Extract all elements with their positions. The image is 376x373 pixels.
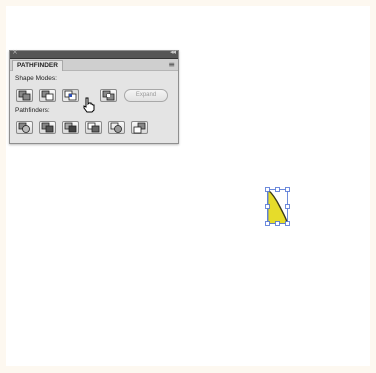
hand-pointer-icon [83,97,95,113]
trim-button[interactable] [39,121,56,134]
divide-button[interactable] [16,121,33,134]
shape-modes-label: Shape Modes: [15,75,57,82]
merge-icon [64,122,77,133]
expand-button[interactable]: Expand [124,89,168,102]
merge-button[interactable] [62,121,79,134]
divide-icon [18,122,30,133]
exclude-button[interactable] [100,89,117,102]
collapse-icon[interactable]: ◂◂ [170,48,176,56]
minus-front-button[interactable] [39,89,56,102]
selected-shape[interactable] [264,186,294,228]
pathfinder-panel: × ◂◂ PATHFINDER ≡ Shape Modes: Expand Pa… [9,48,179,144]
panel-tab-row: PATHFINDER ≡ [10,59,178,71]
unite-icon [18,90,31,101]
minus-back-button[interactable] [131,121,148,134]
exclude-icon [102,90,115,101]
tab-pathfinder[interactable]: PATHFINDER [12,60,63,71]
intersect-button[interactable] [62,89,79,102]
intersect-icon [64,90,77,101]
panel-titlebar[interactable]: × ◂◂ [10,48,178,59]
yellow-shape [267,189,289,224]
outline-button[interactable] [108,121,125,134]
crop-icon [87,122,100,133]
panel-menu-icon[interactable]: ≡ [168,60,175,69]
crop-button[interactable] [85,121,102,134]
close-icon[interactable]: × [12,48,18,56]
trim-icon [41,122,54,133]
pathfinders-label: Pathfinders: [15,107,50,114]
minus-front-icon [41,90,54,101]
minus-back-icon [133,122,146,134]
outline-icon [110,122,122,133]
unite-button[interactable] [16,89,33,102]
